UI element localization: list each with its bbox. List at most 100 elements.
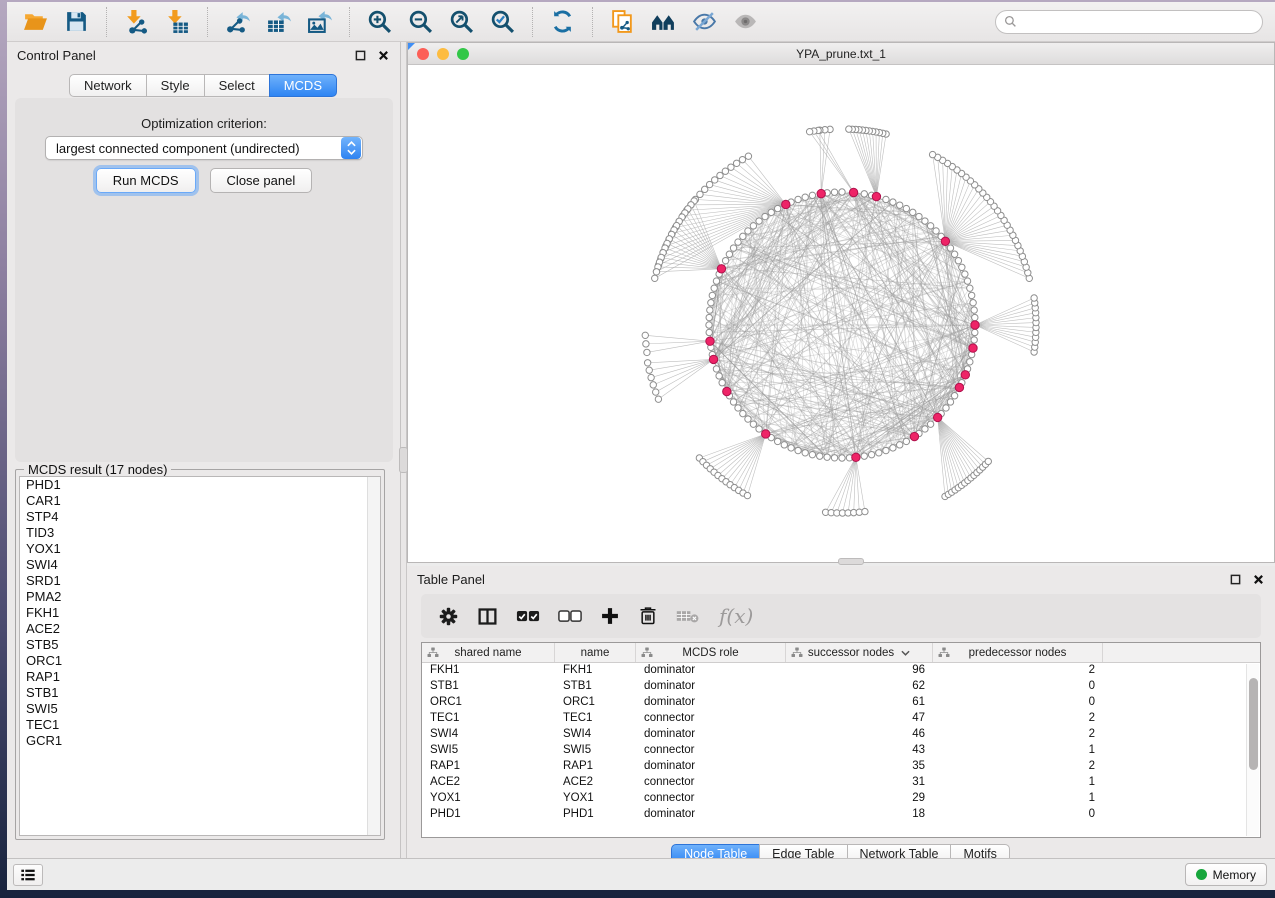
table-row[interactable]: ACE2ACE2connector311 (422, 775, 1260, 791)
network-node[interactable] (706, 329, 712, 335)
deselect-all-rows-icon[interactable] (558, 610, 582, 623)
table-row[interactable]: PHD1PHD1dominator180 (422, 807, 1260, 823)
table-row[interactable]: SWI5SWI5connector431 (422, 743, 1260, 759)
network-node[interactable] (861, 191, 867, 197)
float-table-panel-icon[interactable] (1229, 573, 1242, 586)
hide-selected-icon[interactable] (691, 8, 718, 35)
leaf-node[interactable] (929, 151, 935, 157)
leaf-node[interactable] (745, 153, 751, 159)
import-table-icon[interactable] (164, 8, 191, 35)
network-node[interactable] (745, 228, 751, 234)
network-node[interactable] (955, 257, 961, 263)
network-node[interactable] (707, 307, 713, 313)
zoom-in-icon[interactable] (366, 8, 393, 35)
network-node[interactable] (897, 202, 903, 208)
import-network-icon[interactable] (123, 8, 150, 35)
tab-mcds[interactable]: MCDS (269, 74, 337, 97)
float-panel-icon[interactable] (354, 49, 367, 62)
delete-column-icon[interactable] (638, 606, 658, 626)
leaf-node[interactable] (653, 389, 659, 395)
mcds-hub-node[interactable] (941, 237, 949, 245)
add-column-icon[interactable] (600, 606, 620, 626)
open-file-icon[interactable] (22, 8, 49, 35)
mcds-hub-node[interactable] (849, 188, 857, 196)
network-node[interactable] (897, 442, 903, 448)
network-node[interactable] (781, 442, 787, 448)
leaf-node[interactable] (697, 191, 703, 197)
leaf-node[interactable] (733, 160, 739, 166)
network-node[interactable] (947, 245, 953, 251)
network-node[interactable] (809, 192, 815, 198)
network-node[interactable] (713, 366, 719, 372)
mcds-hub-node[interactable] (971, 321, 979, 329)
network-node[interactable] (711, 285, 717, 291)
leaf-node[interactable] (728, 164, 734, 170)
network-node[interactable] (861, 453, 867, 459)
leaf-node[interactable] (717, 172, 723, 178)
network-node[interactable] (959, 264, 965, 270)
network-node[interactable] (788, 445, 794, 451)
network-node[interactable] (967, 285, 973, 291)
leaf-node[interactable] (650, 382, 656, 388)
network-node[interactable] (709, 292, 715, 298)
mcds-hub-node[interactable] (709, 355, 717, 363)
save-session-icon[interactable] (63, 8, 90, 35)
list-scrollbar[interactable] (367, 477, 380, 835)
mcds-result-item[interactable]: YOX1 (20, 541, 380, 557)
network-node[interactable] (868, 451, 874, 457)
table-row[interactable]: YOX1YOX1connector291 (422, 791, 1260, 807)
network-node[interactable] (903, 205, 909, 211)
mcds-result-item[interactable]: RAP1 (20, 669, 380, 685)
mcds-result-item[interactable]: ACE2 (20, 621, 380, 637)
network-node[interactable] (903, 438, 909, 444)
network-node[interactable] (756, 426, 762, 432)
network-node[interactable] (774, 205, 780, 211)
horizontal-splitter-handle[interactable] (838, 558, 864, 565)
network-node[interactable] (735, 405, 741, 411)
column-header-MCDS-role[interactable]: MCDS role (636, 643, 786, 662)
network-node[interactable] (802, 450, 808, 456)
leaf-node[interactable] (652, 275, 658, 281)
tab-network[interactable]: Network (69, 74, 147, 97)
leaf-node[interactable] (846, 126, 852, 132)
export-table-icon[interactable] (265, 8, 292, 35)
mcds-result-item[interactable]: GCR1 (20, 733, 380, 749)
tab-select[interactable]: Select (204, 74, 270, 97)
search-box[interactable] (995, 10, 1263, 34)
network-node[interactable] (951, 393, 957, 399)
network-node[interactable] (971, 337, 977, 343)
network-node[interactable] (740, 410, 746, 416)
leaf-node[interactable] (644, 360, 650, 366)
mcds-result-item[interactable]: STP4 (20, 509, 380, 525)
table-row[interactable]: STB1STB1dominator620 (422, 679, 1260, 695)
network-node[interactable] (706, 314, 712, 320)
network-node[interactable] (883, 196, 889, 202)
leaf-node[interactable] (739, 156, 745, 162)
network-node[interactable] (916, 213, 922, 219)
network-node[interactable] (719, 380, 725, 386)
mcds-result-item[interactable]: CAR1 (20, 493, 380, 509)
network-node[interactable] (750, 421, 756, 427)
network-node[interactable] (927, 223, 933, 229)
run-mcds-button[interactable]: Run MCDS (96, 168, 196, 193)
network-node[interactable] (831, 189, 837, 195)
mcds-result-item[interactable]: SWI5 (20, 701, 380, 717)
network-node[interactable] (922, 218, 928, 224)
network-node[interactable] (964, 278, 970, 284)
leaf-node[interactable] (722, 168, 728, 174)
network-node[interactable] (927, 421, 933, 427)
select-all-rows-icon[interactable] (516, 610, 540, 623)
network-node[interactable] (713, 278, 719, 284)
table-row[interactable]: SWI4SWI4dominator462 (422, 727, 1260, 743)
table-row[interactable]: FKH1FKH1dominator962 (422, 663, 1260, 679)
mcds-result-item[interactable]: FKH1 (20, 605, 380, 621)
network-node[interactable] (831, 455, 837, 461)
mcds-hub-node[interactable] (782, 200, 790, 208)
network-node[interactable] (839, 455, 845, 461)
network-node[interactable] (722, 257, 728, 263)
network-graph[interactable] (408, 65, 1274, 562)
network-node[interactable] (756, 218, 762, 224)
network-node[interactable] (910, 209, 916, 215)
network-node[interactable] (750, 223, 756, 229)
search-input[interactable] (1017, 15, 1254, 29)
